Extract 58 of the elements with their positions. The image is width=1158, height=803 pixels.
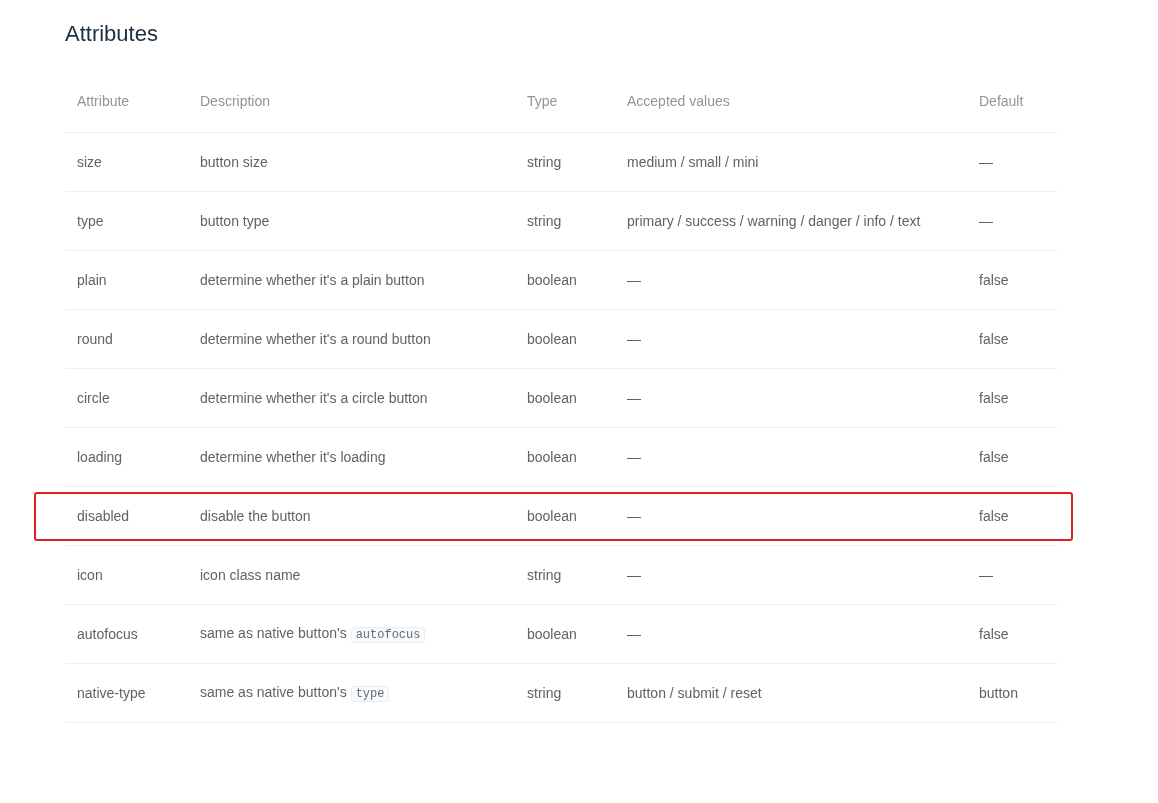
table-cell: primary / success / warning / danger / info / text [615, 191, 967, 250]
table-cell: false [967, 250, 1057, 309]
table-cell: icon [65, 545, 188, 604]
table-cell: type [65, 191, 188, 250]
table-cell: — [967, 545, 1057, 604]
table-cell: false [967, 368, 1057, 427]
table-cell: string [515, 191, 615, 250]
column-header: Description [188, 72, 515, 132]
table-cell: loading [65, 427, 188, 486]
table-cell: plain [65, 250, 188, 309]
description-text: same as native button's [200, 624, 347, 641]
table-cell: determine whether it's a plain button [188, 250, 515, 309]
table-cell: false [967, 309, 1057, 368]
table-cell: size [65, 132, 188, 191]
table-cell: button / submit / reset [615, 663, 967, 722]
table-cell: button size [188, 132, 515, 191]
table-cell: string [515, 663, 615, 722]
table-cell: button [967, 663, 1057, 722]
table-cell: false [967, 427, 1057, 486]
table-cell: — [615, 250, 967, 309]
table-cell: round [65, 309, 188, 368]
table-cell: determine whether it's a circle button [188, 368, 515, 427]
table-cell: boolean [515, 309, 615, 368]
table-cell: false [967, 604, 1057, 663]
table-cell: boolean [515, 368, 615, 427]
column-header: Accepted values [615, 72, 967, 132]
table-cell: — [615, 309, 967, 368]
table-cell: native-type [65, 663, 188, 722]
table-cell: boolean [515, 486, 615, 545]
table-cell: string [515, 132, 615, 191]
table-cell: circle [65, 368, 188, 427]
column-header: Default [967, 72, 1057, 132]
table-cell: string [515, 545, 615, 604]
table-cell: disable the button [188, 486, 515, 545]
table-cell: — [967, 132, 1057, 191]
table-cell: button type [188, 191, 515, 250]
table-cell: — [615, 368, 967, 427]
table-cell: — [615, 545, 967, 604]
table-cell: determine whether it's loading [188, 427, 515, 486]
table-cell: — [615, 486, 967, 545]
table-cell: — [615, 427, 967, 486]
column-header: Attribute [65, 72, 188, 132]
table-cell: — [615, 604, 967, 663]
table-cell: — [967, 191, 1057, 250]
table-cell: icon class name [188, 545, 515, 604]
code-snippet: autofocus [350, 626, 426, 643]
table-cell: boolean [515, 604, 615, 663]
table-cell: disabled [65, 486, 188, 545]
table-cell: boolean [515, 427, 615, 486]
section-title: Attributes [65, 20, 159, 48]
table-cell: false [967, 486, 1057, 545]
description-text: same as native button's [200, 683, 347, 700]
table-cell: medium / small / mini [615, 132, 967, 191]
table-cell: boolean [515, 250, 615, 309]
table-cell: determine whether it's a round button [188, 309, 515, 368]
column-header: Type [515, 72, 615, 132]
table-cell: autofocus [65, 604, 188, 663]
code-snippet: type [350, 685, 390, 702]
